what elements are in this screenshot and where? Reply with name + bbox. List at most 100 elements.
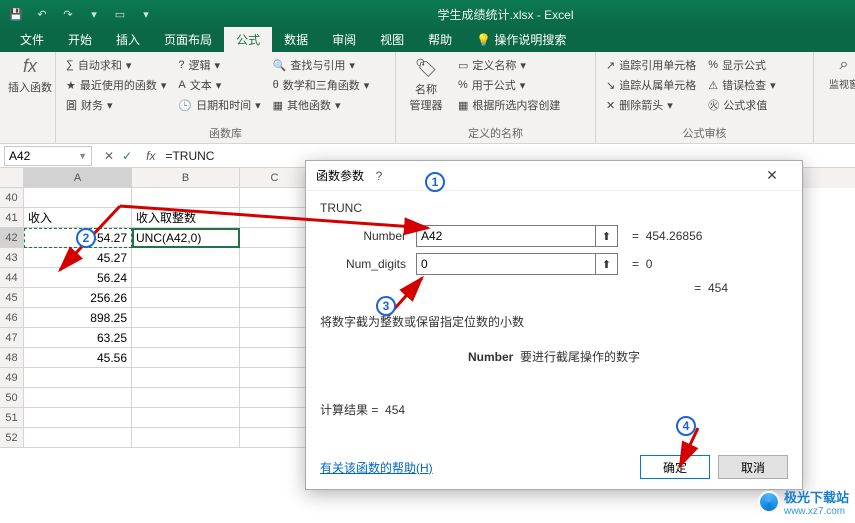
autosum-button[interactable]: ∑自动求和 ▾: [64, 56, 168, 74]
save-icon[interactable]: 💾: [6, 4, 26, 24]
function-arguments-dialog: 函数参数 ? ✕ TRUNC Number ⬆ = 454.26856 Num_…: [305, 160, 803, 490]
watermark-icon: [758, 491, 780, 513]
define-name-button[interactable]: ▭ 定义名称 ▾: [456, 56, 562, 74]
tab-insert[interactable]: 插入: [104, 27, 152, 52]
row-header[interactable]: 46: [0, 308, 24, 328]
name-box[interactable]: A42 ▼: [4, 146, 92, 166]
function-help-link[interactable]: 有关该函数的帮助(H): [320, 459, 433, 476]
watch-window-button[interactable]: ⌕ 监视窗: [822, 56, 855, 91]
arg-numdigits-input[interactable]: [416, 253, 596, 275]
quick-access-toolbar: 💾 ↶ ↷ ▾ ▭ ▾: [0, 4, 156, 24]
argument-description: Number 要进行截尾操作的数字: [320, 348, 788, 365]
name-box-value: A42: [9, 149, 30, 163]
dialog-help-icon[interactable]: ?: [364, 169, 394, 183]
arg-number-input[interactable]: [416, 225, 596, 247]
tab-home[interactable]: 开始: [56, 27, 104, 52]
col-header[interactable]: C: [240, 168, 310, 188]
enter-formula-icon[interactable]: ✓: [122, 149, 132, 163]
lookup-icon: 🔍: [273, 59, 287, 72]
group-audit-title: 公式审核: [604, 123, 805, 141]
sigma-icon: ∑: [66, 59, 74, 71]
logical-button[interactable]: ?逻辑 ▾: [176, 56, 262, 74]
tab-view[interactable]: 视图: [368, 27, 416, 52]
row-header[interactable]: 45: [0, 288, 24, 308]
cell-B42[interactable]: UNC(A42,0): [132, 228, 240, 248]
touch-mode-icon[interactable]: ▭: [110, 4, 130, 24]
row-header[interactable]: 48: [0, 348, 24, 368]
row-header[interactable]: 41: [0, 208, 24, 228]
cell-A47[interactable]: 63.25: [24, 328, 132, 348]
row-header[interactable]: 44: [0, 268, 24, 288]
row-header[interactable]: 50: [0, 388, 24, 408]
row-header[interactable]: 49: [0, 368, 24, 388]
row-header[interactable]: 52: [0, 428, 24, 448]
formula-bar-buttons: ✕ ✓: [96, 149, 140, 163]
more-fn-button[interactable]: ▦其他函数 ▾: [271, 96, 372, 114]
col-header[interactable]: B: [132, 168, 240, 188]
dialog-titlebar[interactable]: 函数参数 ? ✕: [306, 161, 802, 191]
chevron-down-icon[interactable]: ▼: [78, 151, 87, 161]
row-header[interactable]: 40: [0, 188, 24, 208]
group-names-title: 定义的名称: [404, 123, 587, 141]
cell-A48[interactable]: 45.56: [24, 348, 132, 368]
col-header[interactable]: A: [24, 168, 132, 188]
watermark-url: www.xz7.com: [784, 506, 849, 517]
name-manager-button[interactable]: 🏷 名称 管理器: [404, 56, 448, 114]
tab-layout[interactable]: 页面布局: [152, 27, 224, 52]
ok-button[interactable]: 确定: [640, 455, 710, 479]
cell-A43[interactable]: 45.27: [24, 248, 132, 268]
cell-A41[interactable]: 收入: [24, 208, 132, 228]
cancel-button[interactable]: 取消: [718, 455, 788, 479]
text-fn-button[interactable]: A文本 ▾: [176, 76, 262, 94]
watermark: 极光下载站 www.xz7.com: [758, 487, 849, 517]
trace-dependents-button[interactable]: ↘ 追踪从属单元格: [604, 76, 698, 94]
math-button[interactable]: θ数学和三角函数 ▾: [271, 76, 372, 94]
remove-arrows-button[interactable]: ✕ 删除箭头 ▾: [604, 96, 698, 114]
tab-data[interactable]: 数据: [272, 27, 320, 52]
collapse-dialog-icon[interactable]: ⬆: [596, 253, 618, 275]
insert-function-button[interactable]: fx 插入函数: [8, 56, 52, 95]
recent-fn-button[interactable]: ★最近使用的函数 ▾: [64, 76, 168, 94]
tab-file[interactable]: 文件: [8, 27, 56, 52]
arg-numdigits-label: Num_digits: [320, 257, 416, 271]
redo-icon[interactable]: ↷: [58, 4, 78, 24]
row-header[interactable]: 51: [0, 408, 24, 428]
tab-help[interactable]: 帮助: [416, 27, 464, 52]
evaluate-formula-button[interactable]: ㊋ 公式求值: [706, 96, 777, 114]
qat-dropdown-icon[interactable]: ▾: [136, 4, 156, 24]
function-description: 将数字截为整数或保留指定位数的小数: [320, 313, 788, 330]
financial-button[interactable]: 圓财务 ▾: [64, 96, 168, 114]
cell-A46[interactable]: 898.25: [24, 308, 132, 328]
ribbon-tabs: 文件 开始 插入 页面布局 公式 数据 审阅 视图 帮助 💡 操作说明搜索: [0, 28, 855, 52]
collapse-dialog-icon[interactable]: ⬆: [596, 225, 618, 247]
cell-B41[interactable]: 收入取整数: [132, 208, 240, 228]
trace-precedents-button[interactable]: ↗ 追踪引用单元格: [604, 56, 698, 74]
cell-A44[interactable]: 56.24: [24, 268, 132, 288]
error-check-button[interactable]: ⚠ 错误检查 ▾: [706, 76, 777, 94]
row-header[interactable]: 43: [0, 248, 24, 268]
datetime-button[interactable]: 🕒日期和时间 ▾: [176, 96, 262, 114]
annotation-badge-3: 3: [376, 296, 396, 316]
clock-icon: 🕒: [178, 99, 192, 112]
fx-icon: fx: [23, 56, 37, 77]
select-all-corner[interactable]: [0, 168, 24, 188]
tell-me[interactable]: 💡 操作说明搜索: [464, 27, 578, 52]
lookup-button[interactable]: 🔍查找与引用 ▾: [271, 56, 372, 74]
cancel-formula-icon[interactable]: ✕: [104, 149, 114, 163]
window-title: 学生成绩统计.xlsx - Excel: [156, 6, 855, 23]
close-icon[interactable]: ✕: [752, 167, 792, 184]
cell-A45[interactable]: 256.26: [24, 288, 132, 308]
row-header[interactable]: 42: [0, 228, 24, 248]
fx-icon[interactable]: fx: [140, 149, 161, 163]
undo-icon[interactable]: ↶: [32, 4, 52, 24]
use-in-formula-button[interactable]: % 用于公式 ▾: [456, 76, 562, 94]
tag-icon: 🏷: [415, 58, 438, 79]
ribbon-group-insertfn: fx 插入函数: [0, 52, 56, 143]
show-formulas-button[interactable]: % 显示公式: [706, 56, 777, 74]
money-icon: 圓: [66, 97, 77, 113]
row-header[interactable]: 47: [0, 328, 24, 348]
tab-formulas[interactable]: 公式: [224, 27, 272, 52]
qat-more-icon[interactable]: ▾: [84, 4, 104, 24]
create-from-selection-button[interactable]: ▦ 根据所选内容创建: [456, 96, 562, 114]
tab-review[interactable]: 审阅: [320, 27, 368, 52]
